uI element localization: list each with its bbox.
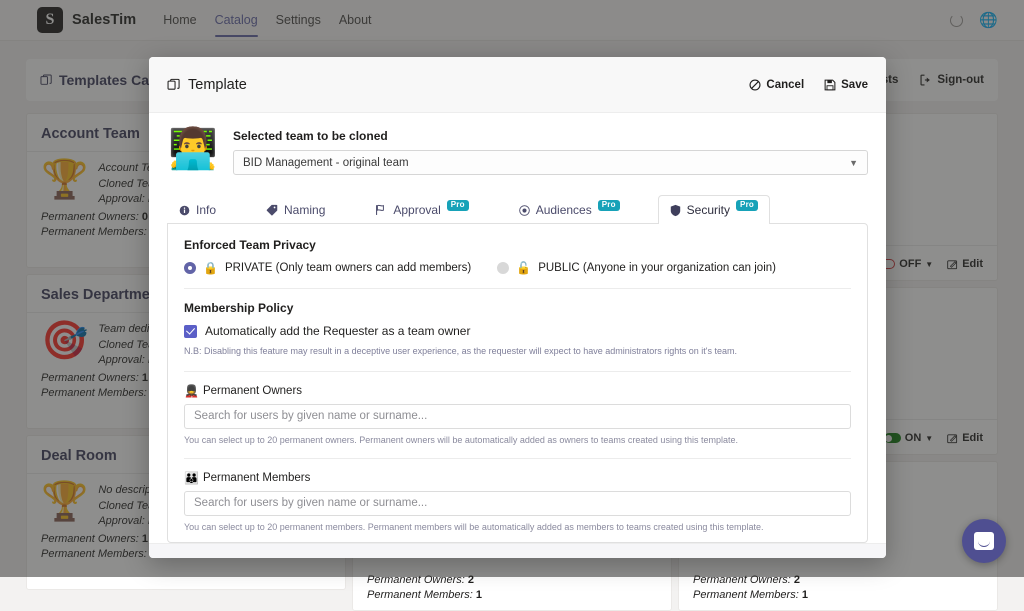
auto-add-requester-note: N.B: Disabling this feature may result i… bbox=[184, 346, 737, 356]
modal-header: Template Cancel Save bbox=[149, 57, 886, 113]
pro-badge: Pro bbox=[446, 199, 469, 211]
tab-security[interactable]: Security Pro bbox=[657, 195, 770, 224]
permanent-members-label-text: Permanent Members bbox=[202, 471, 311, 484]
radio-selected-icon bbox=[184, 262, 196, 274]
tab-label: Approval bbox=[393, 203, 441, 217]
ban-circle-icon bbox=[749, 78, 761, 91]
radio-private[interactable]: 🔒 PRIVATE (Only team owners can add memb… bbox=[184, 261, 471, 275]
guard-officer-icon: 💂 bbox=[184, 383, 199, 398]
members-value: 1 bbox=[475, 589, 482, 602]
checkbox-checked-icon bbox=[184, 324, 197, 338]
radio-public-label: PUBLIC (Anyone in your organization can … bbox=[538, 262, 776, 274]
lock-closed-icon: 🔒 bbox=[203, 261, 218, 275]
members-label: Permanent Members: bbox=[693, 589, 799, 602]
auto-add-requester-checkbox-row[interactable]: Automatically add the Requester as a tea… bbox=[184, 324, 851, 338]
tab-label: Audiences bbox=[535, 203, 592, 217]
selected-team-row: 👨‍💻 Selected team to be cloned BID Manag… bbox=[167, 125, 868, 185]
privacy-radio-group: 🔒 PRIVATE (Only team owners can add memb… bbox=[184, 261, 851, 275]
selected-team-label: Selected team to be cloned bbox=[233, 129, 388, 143]
tab-naming[interactable]: Naming bbox=[254, 195, 337, 224]
divider bbox=[184, 288, 851, 289]
radio-public[interactable]: 🔓 PUBLIC (Anyone in your organization ca… bbox=[497, 261, 776, 275]
lock-open-icon: 🔓 bbox=[516, 261, 532, 275]
tab-label: Naming bbox=[284, 203, 326, 217]
tab-label: Security bbox=[686, 203, 731, 217]
selected-team-field: Selected team to be cloned BID Managemen… bbox=[233, 129, 868, 175]
cancel-button-top[interactable]: Cancel bbox=[749, 79, 804, 91]
permanent-owners-search-input[interactable] bbox=[184, 403, 851, 429]
tab-info[interactable]: Info bbox=[167, 195, 228, 224]
modal-title-text: Template bbox=[188, 76, 247, 93]
permanent-owners-label: 💂 Permanent Owners bbox=[184, 384, 851, 398]
membership-section-title: Membership Policy bbox=[184, 301, 294, 315]
modal-header-actions: Cancel Save bbox=[749, 79, 868, 91]
modal-body: 👨‍💻 Selected team to be cloned BID Manag… bbox=[149, 113, 886, 543]
avatar: 👨‍💻 bbox=[168, 127, 218, 171]
target-circle-icon bbox=[518, 204, 530, 216]
members-value: 1 bbox=[801, 589, 808, 602]
divider bbox=[184, 457, 851, 459]
members-label: Permanent Members: bbox=[367, 589, 473, 602]
chevron-down-icon: ▼ bbox=[849, 157, 858, 168]
privacy-section-title: Enforced Team Privacy bbox=[184, 238, 316, 252]
flag-icon bbox=[375, 204, 387, 216]
auto-add-requester-label: Automatically add the Requester as a tea… bbox=[205, 324, 471, 338]
selected-team-dropdown[interactable]: BID Management - original team ▼ bbox=[233, 150, 868, 175]
shield-icon bbox=[670, 204, 681, 217]
modal-title: Template bbox=[167, 77, 247, 93]
permanent-members-help: You can select up to 20 permanent member… bbox=[184, 521, 764, 532]
modal-tab-bar: Info Naming Approval Pro Audiences Pro S… bbox=[167, 195, 868, 224]
tab-approval[interactable]: Approval Pro bbox=[363, 195, 480, 224]
radio-unselected-icon bbox=[497, 262, 510, 274]
chat-bubble-icon bbox=[974, 532, 994, 550]
security-panel: Enforced Team Privacy 🔒 PRIVATE (Only te… bbox=[167, 223, 868, 543]
permanent-members-search-input[interactable] bbox=[184, 490, 851, 516]
permanent-owners-help: You can select up to 20 permanent owners… bbox=[184, 434, 738, 445]
template-modal-dialog: Template Cancel Save 👨‍💻 Selected team t… bbox=[149, 57, 886, 558]
cancel-label: Cancel bbox=[766, 78, 805, 91]
radio-private-label: PRIVATE (Only team owners can add member… bbox=[224, 262, 472, 274]
floppy-disk-icon bbox=[824, 79, 836, 90]
save-button-top[interactable]: Save bbox=[824, 79, 868, 91]
permanent-members-label: 👪 Permanent Members bbox=[184, 471, 851, 485]
copy-templates-icon bbox=[167, 78, 181, 92]
modal-footer: Cancel Save bbox=[149, 542, 886, 558]
pro-badge: Pro bbox=[597, 199, 620, 211]
tab-label: Info bbox=[196, 203, 217, 217]
family-people-icon: 👪 bbox=[184, 470, 199, 485]
card-counts: Permanent Owners: 2 Permanent Members: 1 bbox=[693, 573, 808, 604]
permanent-owners-label-text: Permanent Owners bbox=[202, 384, 303, 397]
card-counts: Permanent Owners: 2 Permanent Members: 1 bbox=[367, 573, 482, 604]
tag-icon bbox=[266, 204, 278, 216]
selected-team-value: BID Management - original team bbox=[243, 156, 409, 169]
save-label: Save bbox=[841, 78, 868, 91]
divider bbox=[184, 370, 851, 372]
tab-audiences[interactable]: Audiences Pro bbox=[507, 195, 632, 224]
info-circle-icon bbox=[179, 205, 190, 216]
chat-support-button[interactable] bbox=[962, 519, 1006, 563]
pro-badge: Pro bbox=[736, 199, 758, 211]
